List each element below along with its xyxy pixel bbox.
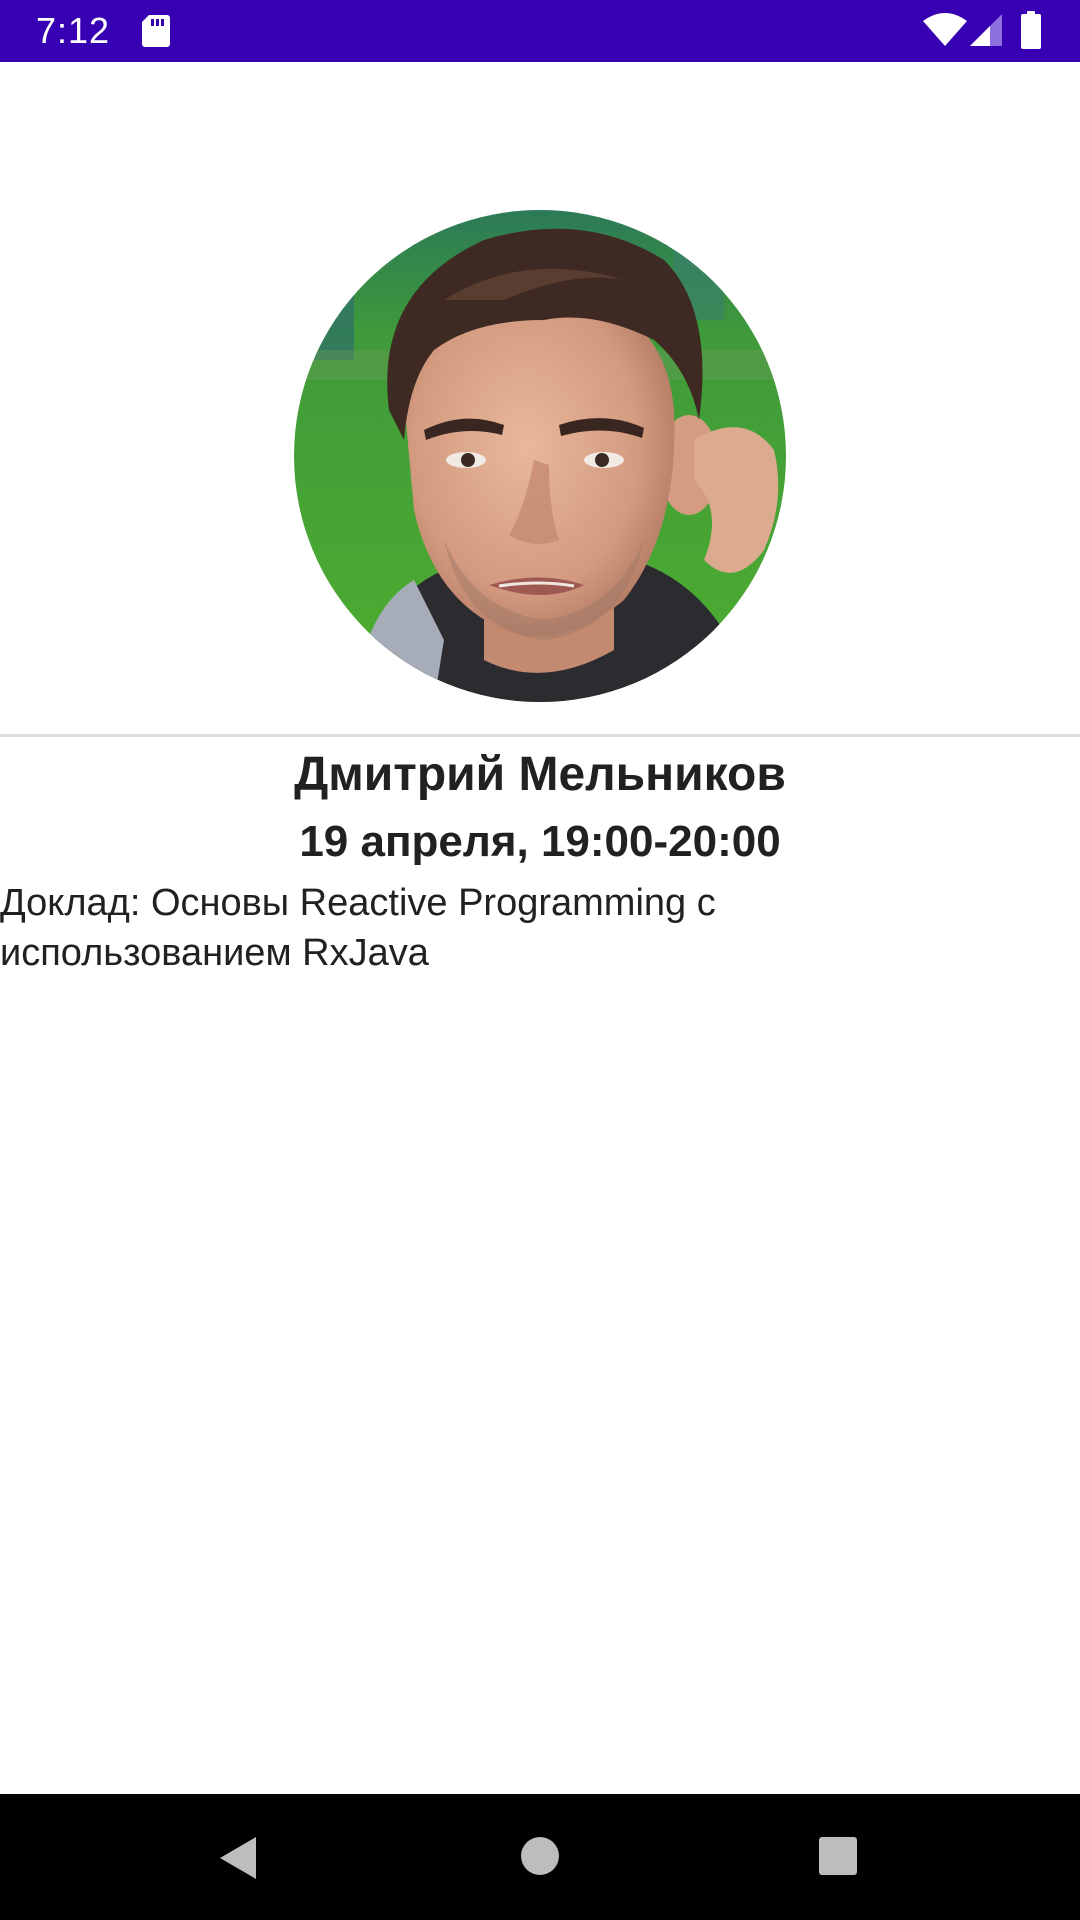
divider <box>0 734 1080 737</box>
recents-icon[interactable] <box>818 1836 858 1876</box>
speaker-photo <box>294 210 786 702</box>
speaker-name: Дмитрий Мельников <box>294 748 786 801</box>
status-time: 7:12 <box>36 10 111 51</box>
speaker-photo-image <box>294 210 786 702</box>
navigation-bar <box>0 1794 1080 1920</box>
battery-icon <box>1021 11 1041 49</box>
cell-signal-icon <box>970 14 1002 46</box>
talk-title: Доклад: Основы Reactive Programming с ис… <box>0 882 716 974</box>
sd-card-icon <box>142 15 170 47</box>
back-icon[interactable] <box>216 1834 260 1882</box>
speaker-screen: 7:12 Дмитрий Мельников 19 апреля, 19:00-… <box>0 0 1080 1920</box>
status-bar: 7:12 <box>0 0 1080 62</box>
talk-time: 19 апреля, 19:00-20:00 <box>299 817 781 866</box>
wifi-icon <box>923 13 967 46</box>
home-icon[interactable] <box>520 1836 560 1876</box>
